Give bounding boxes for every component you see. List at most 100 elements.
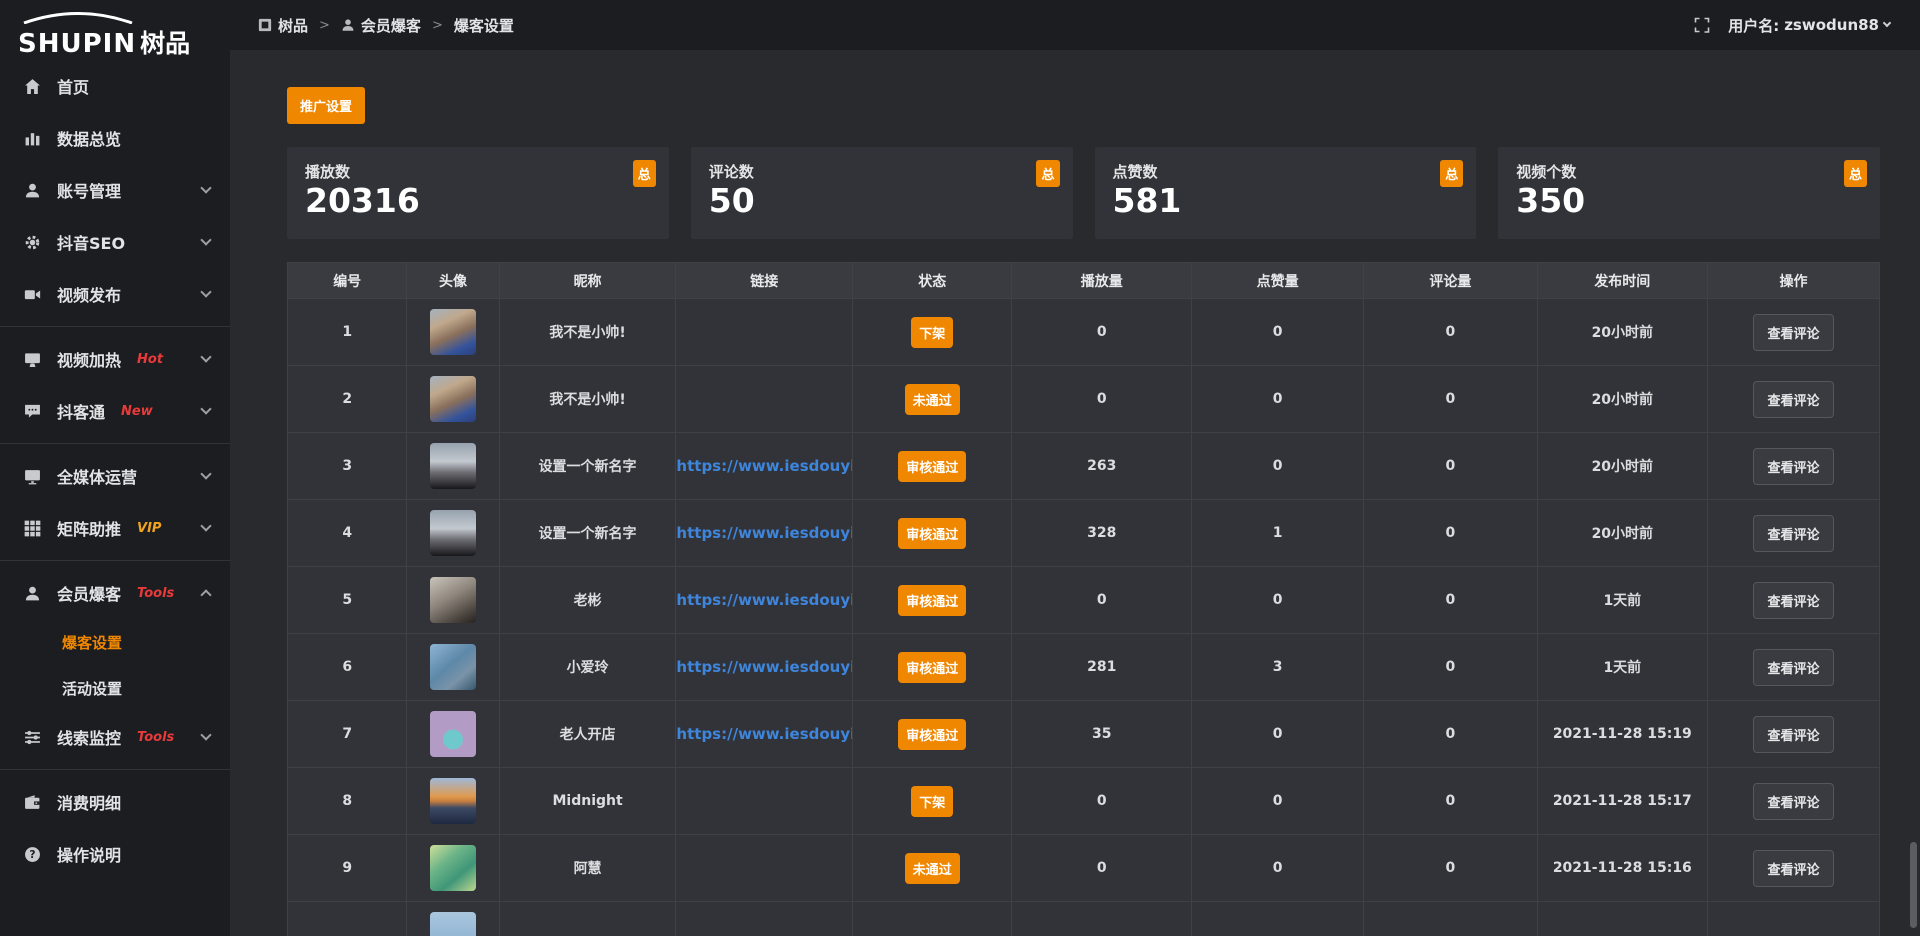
video-link[interactable]: https://www.iesdouyin.c [676, 524, 852, 542]
sidebar-item-消费明细[interactable]: 消费明细 [0, 776, 230, 828]
table-row: 4设置一个新名字https://www.iesdouyin.c审核通过32810… [288, 500, 1880, 567]
logo[interactable]: SHUPIN 树品 [0, 0, 230, 56]
view-comments-button[interactable]: 查看评论 [1753, 649, 1833, 686]
stat-card-value: 20316 [305, 183, 651, 219]
cell-link [676, 902, 853, 936]
cell-time: 1天前 [1537, 634, 1707, 701]
scrollbar-thumb[interactable] [1910, 842, 1917, 928]
cell-link [676, 768, 853, 835]
table-row: 3设置一个新名字https://www.iesdouyin.c审核通过26300… [288, 433, 1880, 500]
avatar [430, 443, 476, 489]
cell-comments: 0 [1364, 567, 1538, 634]
logo-text-en: SHUPIN [18, 29, 136, 59]
cell-likes: 3 [1192, 634, 1364, 701]
stat-card-视频个数: 视频个数350总 [1498, 147, 1880, 239]
view-comments-button[interactable]: 查看评论 [1753, 381, 1833, 418]
video-link[interactable]: https://www.iesdouyin.c [676, 591, 852, 609]
cell-status: 审核通过 [853, 500, 1012, 567]
cell-link: https://www.iesdouyin.c [676, 433, 853, 500]
cell-comments [1364, 902, 1538, 936]
table-row: 5老彬https://www.iesdouyin.c审核通过0001天前查看评论 [288, 567, 1880, 634]
cell-action: 查看评论 [1707, 634, 1879, 701]
cell-status: 审核通过 [853, 567, 1012, 634]
column-header-播放量: 播放量 [1012, 263, 1192, 299]
sidebar-item-视频发布[interactable]: 视频发布 [0, 268, 230, 320]
view-comments-button[interactable]: 查看评论 [1753, 783, 1833, 820]
sidebar-item-label: 抖音SEO [57, 230, 125, 254]
table-row: 7老人开店https://www.iesdouyin.c审核通过35002021… [288, 701, 1880, 768]
fullscreen-icon[interactable] [1694, 17, 1710, 33]
stat-card-label: 评论数 [709, 161, 1055, 182]
sidebar-item-视频加热[interactable]: 视频加热Hot [0, 333, 230, 385]
user-menu[interactable]: 用户名: zswodun88 [1728, 15, 1890, 36]
stat-card-label: 点赞数 [1113, 161, 1459, 182]
cell-likes: 0 [1192, 768, 1364, 835]
cell-link: https://www.iesdouyin.c [676, 634, 853, 701]
sidebar-menu: 首页数据总览账号管理抖音SEO 视频发布视频加热Hot抖客通New 全媒体运营矩阵助… [0, 56, 230, 880]
sidebar-item-全媒体运营[interactable]: 全媒体运营 [0, 450, 230, 502]
cell-comments: 0 [1364, 835, 1538, 902]
sidebar-item-会员爆客[interactable]: 会员爆客Tools [0, 567, 230, 619]
sidebar-item-label: 数据总览 [57, 126, 121, 150]
breadcrumb-item-树品[interactable]: 树品 [258, 15, 308, 36]
screen-icon [24, 351, 42, 368]
cell-time: 20小时前 [1537, 433, 1707, 500]
sidebar-divider [0, 443, 230, 444]
video-link[interactable]: https://www.iesdouyin.c [676, 457, 852, 475]
cell-status: 未通过 [853, 835, 1012, 902]
chevron-down-icon [1883, 19, 1891, 27]
sidebar-item-线索监控[interactable]: 线索监控Tools [0, 711, 230, 763]
cell-action: 查看评论 [1707, 701, 1879, 768]
view-comments-button[interactable]: 查看评论 [1753, 314, 1833, 351]
video-link[interactable]: https://www.iesdouyin.c [676, 725, 852, 743]
sidebar-item-数据总览[interactable]: 数据总览 [0, 112, 230, 164]
sidebar-item-操作说明[interactable]: ?操作说明 [0, 828, 230, 880]
sidebar-item-首页[interactable]: 首页 [0, 60, 230, 112]
cell-likes: 0 [1192, 433, 1364, 500]
view-comments-button[interactable]: 查看评论 [1753, 448, 1833, 485]
cell-action: 查看评论 [1707, 768, 1879, 835]
breadcrumb-item-会员爆客[interactable]: 会员爆客 [341, 15, 421, 36]
view-comments-button[interactable]: 查看评论 [1753, 582, 1833, 619]
video-icon [24, 286, 42, 303]
status-badge: 审核通过 [898, 585, 966, 616]
view-comments-button[interactable]: 查看评论 [1753, 716, 1833, 753]
cell-plays [1012, 902, 1192, 936]
cell-time: 1天前 [1537, 567, 1707, 634]
cell-comments: 0 [1364, 299, 1538, 366]
column-header-发布时间: 发布时间 [1537, 263, 1707, 299]
cell-comments: 0 [1364, 701, 1538, 768]
stat-cards: 播放数20316总评论数50总点赞数581总视频个数350总 [287, 147, 1880, 239]
sidebar-item-label: 全媒体运营 [57, 464, 137, 488]
view-comments-button[interactable]: 查看评论 [1753, 850, 1833, 887]
cell-avatar [407, 299, 499, 366]
cell-time [1537, 902, 1707, 936]
sidebar-item-抖音SEO[interactable]: 抖音SEO [0, 216, 230, 268]
cell-avatar [407, 567, 499, 634]
cell-comments: 0 [1364, 433, 1538, 500]
sidebar-item-活动设置[interactable]: 活动设置 [0, 665, 230, 711]
status-badge: 下架 [911, 317, 953, 348]
avatar [430, 376, 476, 422]
sidebar-item-账号管理[interactable]: 账号管理 [0, 164, 230, 216]
table-header-row: 编号头像昵称链接状态播放量点赞量评论量发布时间操作 [288, 263, 1880, 299]
cell-status: 下架 [853, 299, 1012, 366]
sidebar-item-爆客设置[interactable]: 爆客设置 [0, 619, 230, 665]
cell-nickname: 小爱玲 [499, 634, 676, 701]
view-comments-button[interactable]: 查看评论 [1753, 515, 1833, 552]
avatar [430, 309, 476, 355]
home-icon [24, 78, 42, 95]
sidebar-item-抖客通[interactable]: 抖客通New [0, 385, 230, 437]
table-row: 2我不是小帅!未通过00020小时前查看评论 [288, 366, 1880, 433]
avatar [430, 845, 476, 891]
sidebar-item-矩阵助推[interactable]: 矩阵助推VIP [0, 502, 230, 554]
promo-settings-button[interactable]: 推广设置 [287, 87, 365, 124]
sidebar-item-label: 账号管理 [57, 178, 121, 202]
cell-status: 审核通过 [853, 634, 1012, 701]
sidebar-item-label: 首页 [57, 74, 89, 98]
status-badge: 审核通过 [898, 719, 966, 750]
column-header-评论量: 评论量 [1364, 263, 1538, 299]
video-link[interactable]: https://www.iesdouyin.c [676, 658, 852, 676]
cell-id: 8 [288, 768, 407, 835]
column-header-操作: 操作 [1707, 263, 1879, 299]
